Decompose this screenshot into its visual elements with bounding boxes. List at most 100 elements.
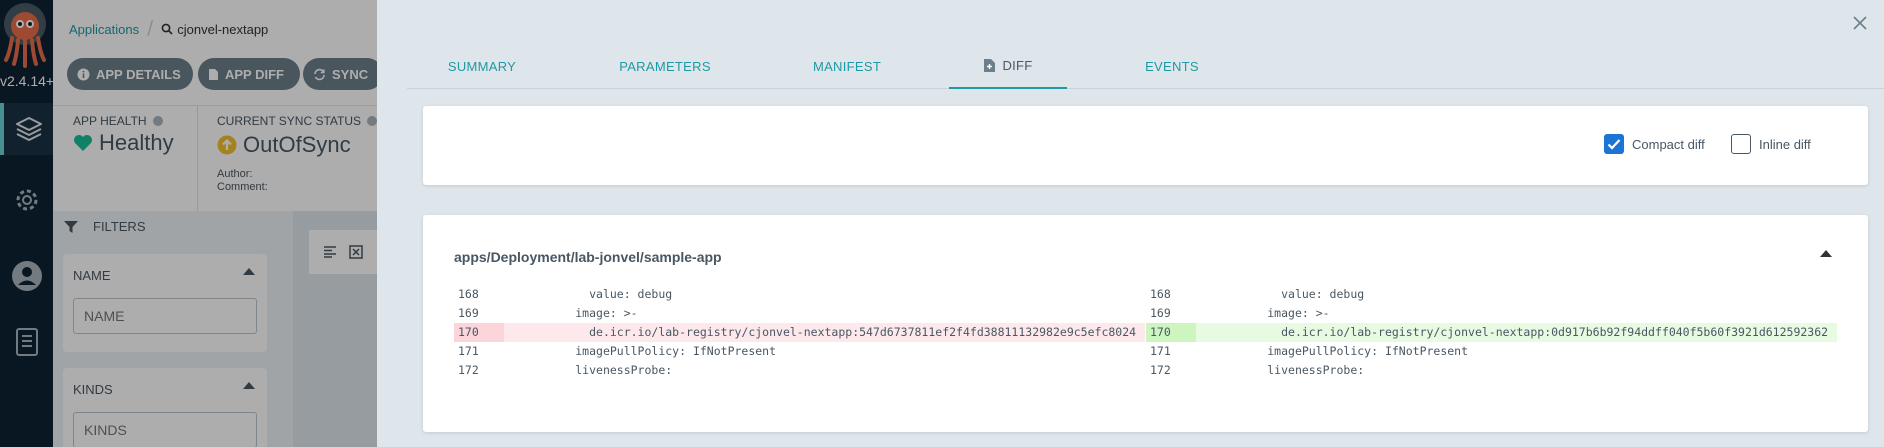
line-code: livenessProbe:	[1198, 363, 1365, 377]
diff-line: 171 imagePullPolicy: IfNotPresent	[1146, 342, 1837, 361]
gear-icon	[16, 189, 37, 211]
app-health-text: Healthy	[99, 130, 174, 155]
line-number: 171	[1150, 344, 1171, 358]
diff-line: 170 de.icr.io/lab-registry/cjonvel-nexta…	[1146, 323, 1837, 342]
application-page: Applications / cjonvel-nextapp APP DETAI…	[53, 0, 377, 447]
diff-line: 169 image: >-	[1146, 304, 1837, 323]
user-icon	[11, 261, 42, 291]
tab-diff-label: DIFF	[1002, 57, 1033, 73]
search-icon	[161, 23, 173, 35]
left-nav: v2.4.14+	[0, 0, 53, 447]
name-filter-input[interactable]	[73, 298, 257, 334]
collapse-caret-icon[interactable]	[1820, 250, 1832, 257]
diff-right-side: 168 value: debug 169 image: >- 170 de.icr.…	[1146, 285, 1837, 380]
line-code: imagePullPolicy: IfNotPresent	[506, 344, 777, 358]
settings-nav-icon[interactable]	[0, 174, 53, 226]
line-code: image: >-	[506, 306, 638, 320]
breadcrumb-app-name: cjonvel-nextapp	[177, 21, 269, 37]
sync-button[interactable]: SYNC	[303, 58, 377, 90]
breadcrumb-separator: /	[147, 16, 154, 41]
network-view-icon[interactable]	[349, 245, 363, 259]
breadcrumb-current[interactable]: cjonvel-nextapp	[161, 22, 268, 37]
sync-status-value: OutOfSync	[217, 132, 351, 158]
diff-line: 172 livenessProbe:	[454, 361, 1145, 380]
line-number: 170	[1146, 323, 1196, 342]
tab-manifest[interactable]: MANIFEST	[787, 43, 907, 89]
app-details-label: APP DETAILS	[96, 66, 181, 82]
arrow-up-circle-icon	[217, 135, 237, 155]
diff-left-side: 168 value: debug 169 image: >- 170 de.icr.…	[454, 285, 1145, 380]
diff-line: 172 livenessProbe:	[1146, 361, 1837, 380]
app-diff-label: APP DIFF	[225, 66, 284, 82]
close-icon[interactable]	[1851, 14, 1869, 32]
line-number: 168	[458, 287, 479, 301]
inline-diff-option[interactable]: Inline diff	[1731, 134, 1811, 154]
book-icon	[15, 328, 38, 356]
name-filter-card: NAME	[63, 254, 267, 352]
diff-line: 168 value: debug	[454, 285, 1145, 304]
tab-parameters[interactable]: PARAMETERS	[587, 43, 743, 89]
diff-options-card: Compact diff Inline diff	[423, 106, 1868, 185]
docs-nav-icon[interactable]	[0, 316, 53, 368]
help-icon[interactable]	[152, 116, 163, 126]
app-details-button[interactable]: APP DETAILS	[67, 58, 193, 90]
diff-line: 169 image: >-	[454, 304, 1145, 323]
applications-nav-icon[interactable]	[0, 103, 53, 155]
breadcrumb-applications-link[interactable]: Applications	[69, 22, 139, 37]
author-label: Author:	[217, 168, 253, 180]
line-number: 168	[1150, 287, 1171, 301]
inline-diff-checkbox[interactable]	[1731, 134, 1751, 154]
collapse-caret-icon[interactable]	[243, 268, 255, 275]
resource-title: apps/Deployment/lab-jonvel/sample-app	[454, 249, 722, 265]
line-code: de.icr.io/lab-registry/cjonvel-nextapp:5…	[504, 323, 1145, 342]
sync-status-title-text: CURRENT SYNC STATUS	[217, 114, 362, 128]
checkmark-icon	[1607, 139, 1621, 150]
kinds-filter-input[interactable]	[73, 412, 257, 447]
line-number: 172	[1150, 363, 1171, 377]
filter-icon	[64, 220, 78, 233]
help-icon[interactable]	[367, 116, 377, 126]
heart-icon	[74, 135, 92, 151]
line-code: value: debug	[506, 287, 673, 301]
kinds-filter-title: KINDS	[73, 382, 113, 397]
compact-diff-checkbox[interactable]	[1604, 134, 1624, 154]
view-toolbar	[309, 230, 377, 274]
line-number: 172	[458, 363, 479, 377]
version-label: v2.4.14+	[0, 73, 53, 89]
line-code: image: >-	[1198, 306, 1330, 320]
filters-header: FILTERS	[63, 219, 146, 234]
kinds-filter-card: KINDS	[63, 368, 267, 447]
compact-diff-option[interactable]: Compact diff	[1604, 134, 1705, 154]
status-divider	[197, 106, 198, 212]
line-code: value: debug	[1198, 287, 1365, 301]
tab-events[interactable]: EVENTS	[1117, 43, 1227, 89]
align-left-icon[interactable]	[323, 246, 337, 258]
filters-title: FILTERS	[93, 219, 146, 234]
line-number: 169	[1150, 306, 1171, 320]
line-code: de.icr.io/lab-registry/cjonvel-nextapp:0…	[1196, 323, 1837, 342]
user-nav-icon[interactable]	[0, 250, 53, 302]
diff-card: apps/Deployment/lab-jonvel/sample-app 16…	[423, 215, 1868, 432]
tab-diff[interactable]: DIFF	[949, 43, 1067, 89]
diff-line: 170 de.icr.io/lab-registry/cjonvel-nexta…	[454, 323, 1145, 342]
sync-label: SYNC	[332, 66, 369, 82]
collapse-caret-icon[interactable]	[243, 382, 255, 389]
app-diff-button[interactable]: APP DIFF	[198, 58, 300, 90]
comment-label: Comment:	[217, 181, 268, 193]
sync-icon	[314, 68, 325, 80]
compact-diff-label: Compact diff	[1632, 136, 1705, 152]
name-filter-title: NAME	[73, 268, 111, 283]
breadcrumb: Applications / cjonvel-nextapp	[69, 16, 268, 42]
sync-status-title: CURRENT SYNC STATUS	[217, 114, 377, 128]
line-number: 171	[458, 344, 479, 358]
line-code: livenessProbe:	[506, 363, 673, 377]
sync-status-text: OutOfSync	[243, 132, 351, 157]
tab-summary[interactable]: SUMMARY	[407, 43, 557, 89]
panel-tabs: SUMMARY PARAMETERS MANIFEST DIFF EVENTS	[407, 43, 1884, 89]
app-status-panel: APP HEALTH Healthy CURRENT SYNC STATUS O…	[53, 105, 377, 212]
line-code: imagePullPolicy: IfNotPresent	[1198, 344, 1469, 358]
filters-sidebar: FILTERS NAME KINDS	[53, 211, 293, 447]
argo-logo[interactable]	[2, 2, 49, 70]
app-top-bar: Applications / cjonvel-nextapp APP DETAI…	[53, 0, 377, 105]
file-diff-icon	[984, 58, 996, 72]
